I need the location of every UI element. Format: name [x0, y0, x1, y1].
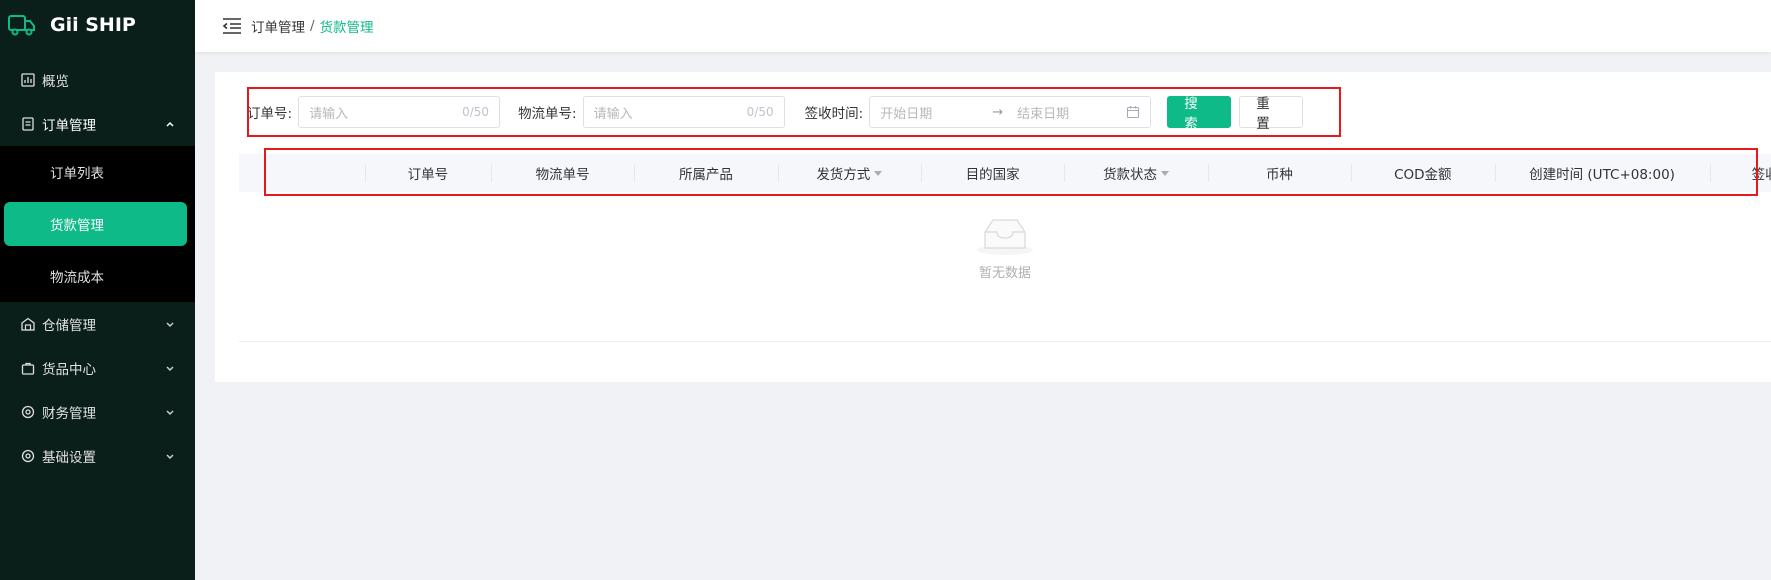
finance-gear-icon [20, 404, 36, 420]
sidebar-subitem-label: 物流成本 [50, 270, 104, 286]
breadcrumb: 订单管理 / 货款管理 [251, 16, 374, 36]
tracking-no-label: 物流单号: [518, 106, 577, 122]
empty-box-icon [977, 219, 1033, 255]
column-header-payment-status[interactable]: 货款状态 [1064, 154, 1207, 192]
column-header-signed-time: 签收时间 (UTC [1709, 154, 1771, 192]
tracking-no-placeholder: 请输入 [593, 106, 633, 122]
sidebar-item-overview[interactable]: 概览 [0, 58, 195, 102]
filter-caret-icon[interactable] [874, 170, 883, 176]
content-panel: 订单号: 请输入 0/50 物流单号: 请输入 0/50 签收时间: 开始日期 … [215, 72, 1771, 382]
sidebar-item-label: 基础设置 [42, 450, 96, 466]
sidebar-item-label: 概览 [42, 74, 69, 90]
column-header-cod-amount: COD金额 [1351, 154, 1494, 192]
sidebar-item-settings[interactable]: 基础设置 [0, 434, 195, 478]
column-header-tracking-no: 物流单号 [490, 154, 634, 192]
column-header-product: 所属产品 [634, 154, 777, 192]
order-no-placeholder: 请输入 [309, 106, 349, 122]
empty-state: 暂无数据 [239, 192, 1771, 342]
menu-collapse-icon[interactable] [221, 17, 243, 35]
warehouse-icon [20, 316, 36, 332]
sidebar-item-goods[interactable]: 货品中心 [0, 346, 195, 390]
empty-text: 暂无数据 [978, 266, 1031, 281]
sidebar-item-finance[interactable]: 财务管理 [0, 390, 195, 434]
breadcrumb-separator: / [310, 18, 315, 34]
dashboard-icon [20, 72, 36, 88]
column-label: 所属产品 [678, 167, 733, 183]
column-label: 目的国家 [965, 167, 1020, 183]
chevron-down-icon [166, 454, 174, 460]
tracking-no-char-count: 0/50 [746, 105, 774, 119]
filter-caret-icon[interactable] [1161, 170, 1170, 176]
search-button[interactable]: 搜索 [1167, 96, 1232, 132]
breadcrumb-parent[interactable]: 订单管理 [251, 16, 305, 36]
chevron-up-icon [166, 121, 174, 127]
table-header: 订单号 物流单号 所属产品 发货方式 目的国家 货款状态 币种 COD金额 创建… [239, 154, 1771, 192]
sidebar-subitem-payment-management[interactable]: 货款管理 [4, 202, 187, 246]
sidebar-item-orders[interactable]: 订单管理 [0, 102, 195, 146]
column-label: 币种 [1265, 167, 1293, 183]
sidebar-item-warehouse[interactable]: 仓储管理 [0, 302, 195, 346]
filter-bar: 订单号: 请输入 0/50 物流单号: 请输入 0/50 签收时间: 开始日期 … [247, 96, 1311, 132]
column-label: 物流单号 [535, 167, 590, 183]
goods-icon [20, 360, 36, 376]
column-label: 签收时间 (UTC [1751, 167, 1771, 183]
chevron-down-icon [166, 366, 174, 372]
column-header-created-time: 创建时间 (UTC+08:00) [1494, 154, 1710, 192]
chevron-down-icon [166, 410, 174, 416]
breadcrumb-current: 货款管理 [319, 20, 374, 36]
column-label: 订单号 [407, 167, 449, 183]
app-title: Gii SHIP [50, 14, 136, 36]
column-label: 货款状态 [1103, 167, 1158, 183]
reset-button[interactable]: 重置 [1239, 96, 1304, 132]
sidebar-subitem-order-list[interactable]: 订单列表 [0, 146, 195, 198]
sidebar-item-label: 财务管理 [42, 406, 96, 422]
settings-gear-icon [20, 448, 36, 464]
logo[interactable]: Gii SHIP [0, 0, 195, 50]
order-no-label: 订单号: [247, 106, 293, 122]
sidebar-item-label: 货品中心 [42, 362, 96, 378]
column-label: COD金额 [1394, 167, 1452, 183]
calendar-icon [1127, 106, 1140, 119]
sidebar: Gii SHIP 概览 订单管理 订单列表 货款管理 物流成本 仓储管理 货品中… [0, 0, 195, 580]
start-date-placeholder[interactable]: 开始日期 [880, 103, 984, 122]
range-arrow: → [992, 104, 1004, 120]
column-header-shipping-method[interactable]: 发货方式 [777, 154, 921, 192]
order-icon [20, 116, 36, 132]
order-no-input[interactable]: 请输入 0/50 [298, 96, 501, 128]
chevron-down-icon [166, 322, 174, 328]
sign-time-label: 签收时间: [804, 106, 864, 122]
sign-time-range-picker[interactable]: 开始日期 → 结束日期 [869, 96, 1152, 128]
sidebar-item-label: 订单管理 [42, 118, 96, 134]
tracking-no-input[interactable]: 请输入 0/50 [582, 96, 785, 128]
column-header-order-no: 订单号 [364, 154, 491, 192]
truck-logo-icon [8, 15, 35, 36]
top-header: 订单管理 / 货款管理 [195, 0, 1771, 52]
order-no-char-count: 0/50 [462, 105, 490, 119]
column-header [239, 154, 365, 192]
submenu-orders: 订单列表 货款管理 物流成本 [0, 146, 195, 302]
sidebar-subitem-label: 订单列表 [50, 166, 104, 182]
column-label: 创建时间 (UTC+08:00) [1529, 167, 1675, 183]
column-header-destination: 目的国家 [921, 154, 1064, 192]
end-date-placeholder[interactable]: 结束日期 [1017, 103, 1121, 122]
sidebar-subitem-label: 货款管理 [50, 218, 104, 234]
sidebar-item-label: 仓储管理 [42, 318, 96, 334]
column-label: 发货方式 [816, 167, 871, 183]
column-header-currency: 币种 [1207, 154, 1351, 192]
sidebar-subitem-logistics-cost[interactable]: 物流成本 [0, 250, 195, 302]
